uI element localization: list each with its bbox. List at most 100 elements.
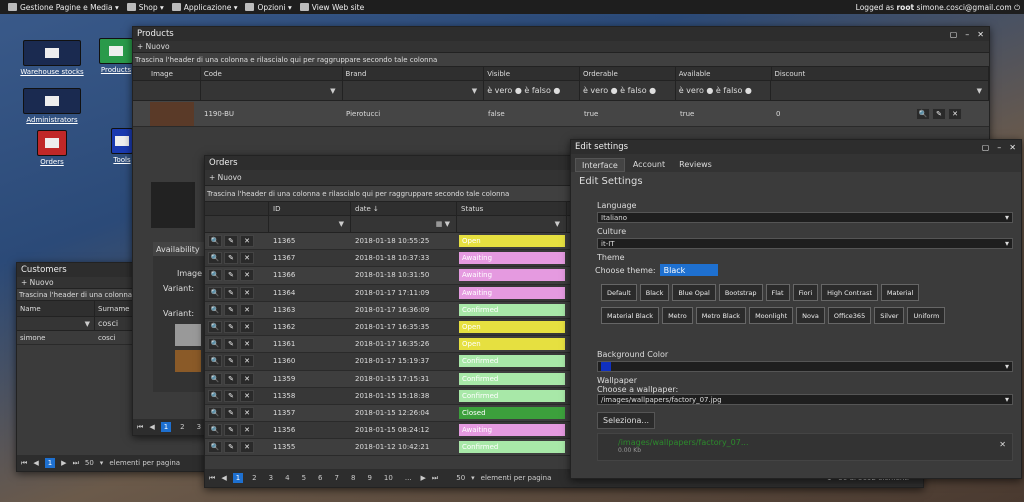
search-icon[interactable]: 🔍: [208, 424, 222, 437]
wallpaper-select[interactable]: /images/wallpapers/factory_07.jpg: [597, 394, 1013, 405]
variant-1[interactable]: Variant:: [153, 278, 205, 293]
search-icon[interactable]: 🔍: [208, 235, 222, 248]
delete-icon[interactable]: ✕: [240, 338, 254, 351]
page-button[interactable]: 8: [348, 473, 358, 483]
menu-options[interactable]: Opzioni ▾: [245, 3, 292, 12]
settings-titlebar[interactable]: Edit settings ▢ – ✕: [571, 140, 1021, 154]
first-page-icon[interactable]: ⏮: [209, 474, 215, 483]
edit-icon[interactable]: ✎: [224, 441, 238, 454]
theme-button[interactable]: Metro: [662, 307, 693, 324]
edit-icon[interactable]: ✎: [224, 406, 238, 419]
variant-2[interactable]: Variant:: [153, 293, 205, 318]
page-button[interactable]: ...: [402, 473, 415, 483]
menu-pages[interactable]: Gestione Pagine e Media ▾: [8, 3, 119, 12]
products-new-button[interactable]: + Nuovo: [137, 42, 170, 51]
edit-icon[interactable]: ✎: [224, 252, 238, 265]
delete-icon[interactable]: ✕: [240, 252, 254, 265]
filter-brand[interactable]: ▼: [343, 81, 485, 100]
delete-icon[interactable]: ✕: [240, 424, 254, 437]
edit-icon[interactable]: ✎: [932, 107, 946, 120]
delete-icon[interactable]: ✕: [240, 441, 254, 454]
page-button[interactable]: 6: [315, 473, 325, 483]
theme-button[interactable]: Material Black: [601, 307, 660, 324]
filter-code[interactable]: ▼: [201, 81, 343, 100]
page-button[interactable]: 1: [160, 422, 172, 432]
language-select[interactable]: Italiano: [597, 212, 1013, 223]
filter-icon[interactable]: ▼: [555, 220, 560, 228]
search-icon[interactable]: 🔍: [208, 355, 222, 368]
theme-button[interactable]: Material: [880, 284, 920, 301]
page-button[interactable]: 4: [282, 473, 292, 483]
first-page-icon[interactable]: ⏮: [137, 423, 143, 432]
col-available[interactable]: Available: [676, 67, 772, 80]
tab-account[interactable]: Account: [627, 158, 671, 172]
theme-button[interactable]: Nova: [796, 307, 825, 324]
filter-icon[interactable]: ▼: [85, 320, 90, 328]
edit-icon[interactable]: ✎: [224, 303, 238, 316]
prev-page-icon[interactable]: ◀: [221, 474, 226, 482]
theme-button[interactable]: Silver: [874, 307, 905, 324]
edit-icon[interactable]: ✎: [224, 424, 238, 437]
edit-icon[interactable]: ✎: [224, 338, 238, 351]
page-button[interactable]: 2: [249, 473, 259, 483]
remove-icon[interactable]: ✕: [999, 440, 1006, 449]
first-page-icon[interactable]: ⏮: [21, 459, 27, 468]
search-icon[interactable]: 🔍: [208, 441, 222, 454]
theme-button[interactable]: Office365: [827, 307, 872, 324]
delete-icon[interactable]: ✕: [948, 107, 962, 120]
filter-icon[interactable]: ▼: [977, 87, 982, 95]
col-visible[interactable]: Visible: [484, 67, 580, 80]
edit-icon[interactable]: ✎: [224, 372, 238, 385]
desktop-warehouse[interactable]: Warehouse stocks: [17, 40, 87, 76]
logout-icon[interactable]: ⏻: [1014, 3, 1020, 12]
tab-reviews[interactable]: Reviews: [673, 158, 718, 172]
filter-id[interactable]: ▼: [269, 216, 351, 232]
next-page-icon[interactable]: ▶: [421, 474, 426, 482]
tab-availability[interactable]: Availability: [153, 242, 205, 256]
page-size-select[interactable]: 50: [456, 474, 465, 482]
desktop-orders[interactable]: Orders: [17, 130, 87, 166]
col-image[interactable]: Image: [133, 67, 201, 80]
page-button[interactable]: 5: [299, 473, 309, 483]
page-button[interactable]: 1: [44, 458, 56, 468]
theme-select[interactable]: Black: [659, 264, 718, 276]
search-icon[interactable]: 🔍: [208, 338, 222, 351]
edit-icon[interactable]: ✎: [224, 321, 238, 334]
filter-icon[interactable]: ▼: [330, 87, 335, 95]
select-file-button[interactable]: Seleziona...: [597, 412, 656, 429]
theme-button[interactable]: Moonlight: [749, 307, 794, 324]
theme-button[interactable]: Blue Opal: [672, 284, 716, 301]
edit-icon[interactable]: ✎: [224, 235, 238, 248]
calendar-icon[interactable]: ▦ ▼: [436, 220, 450, 228]
menu-view-website[interactable]: View Web site: [299, 3, 364, 12]
search-icon[interactable]: 🔍: [208, 321, 222, 334]
delete-icon[interactable]: ✕: [240, 406, 254, 419]
restore-icon[interactable]: ▢: [950, 30, 958, 39]
desktop-tools[interactable]: Tools: [110, 128, 134, 164]
search-icon[interactable]: 🔍: [208, 269, 222, 282]
filter-icon[interactable]: ▼: [339, 220, 344, 228]
filter-icon[interactable]: ▼: [472, 87, 477, 95]
col-discount[interactable]: Discount: [772, 67, 989, 80]
delete-icon[interactable]: ✕: [240, 355, 254, 368]
prev-page-icon[interactable]: ◀: [33, 459, 38, 467]
search-icon[interactable]: 🔍: [208, 372, 222, 385]
page-button[interactable]: 9: [364, 473, 374, 483]
page-button[interactable]: 3: [194, 422, 204, 432]
page-button[interactable]: 3: [266, 473, 276, 483]
delete-icon[interactable]: ✕: [240, 321, 254, 334]
table-row[interactable]: 1190-BU Pierotucci false true true 0 🔍 ✎ ✕: [133, 101, 989, 127]
col-id[interactable]: ID: [269, 202, 351, 215]
close-icon[interactable]: ✕: [1009, 143, 1016, 152]
page-size-select[interactable]: 50: [85, 459, 94, 467]
search-icon[interactable]: 🔍: [208, 303, 222, 316]
col-brand[interactable]: Brand: [343, 67, 485, 80]
theme-button[interactable]: Uniform: [907, 307, 946, 324]
col-orderable[interactable]: Orderable: [580, 67, 676, 80]
delete-icon[interactable]: ✕: [240, 372, 254, 385]
theme-button[interactable]: Fiori: [792, 284, 819, 301]
col-code[interactable]: Code: [201, 67, 343, 80]
filter-date[interactable]: ▦ ▼: [351, 216, 457, 232]
edit-icon[interactable]: ✎: [224, 269, 238, 282]
last-page-icon[interactable]: ⏭: [73, 459, 79, 468]
